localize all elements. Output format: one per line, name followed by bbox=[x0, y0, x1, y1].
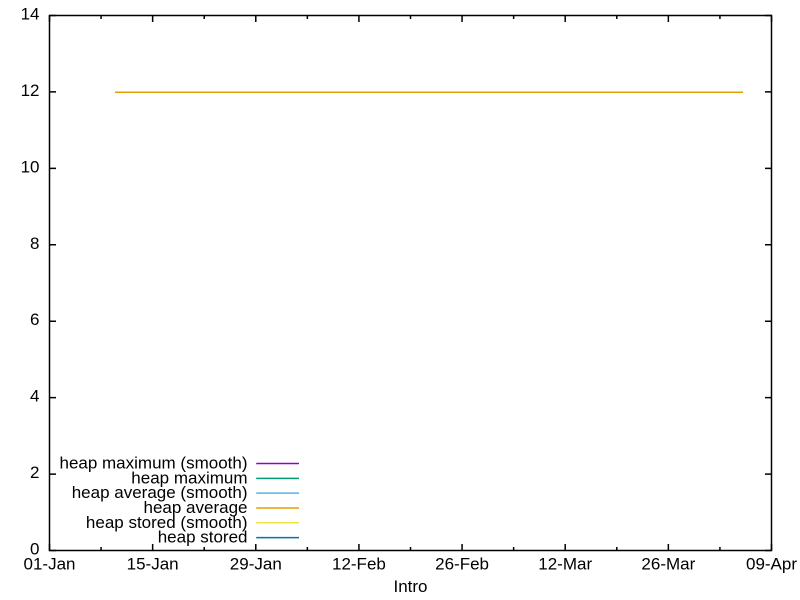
svg-text:26-Mar: 26-Mar bbox=[641, 555, 695, 574]
svg-text:8: 8 bbox=[30, 234, 39, 253]
svg-text:6: 6 bbox=[30, 310, 39, 329]
svg-text:4: 4 bbox=[30, 387, 39, 406]
svg-text:12: 12 bbox=[21, 81, 40, 100]
svg-text:Intro: Intro bbox=[393, 577, 427, 596]
svg-text:10: 10 bbox=[21, 157, 40, 176]
svg-text:26-Feb: 26-Feb bbox=[435, 555, 489, 574]
svg-text:14: 14 bbox=[21, 5, 40, 24]
svg-text:09-Apr: 09-Apr bbox=[746, 555, 797, 574]
svg-text:29-Jan: 29-Jan bbox=[230, 555, 282, 574]
svg-text:heap stored: heap stored bbox=[158, 528, 248, 547]
svg-text:12-Mar: 12-Mar bbox=[538, 555, 592, 574]
svg-text:2: 2 bbox=[30, 463, 39, 482]
svg-text:15-Jan: 15-Jan bbox=[127, 555, 179, 574]
svg-text:12-Feb: 12-Feb bbox=[332, 555, 386, 574]
svg-text:01-Jan: 01-Jan bbox=[24, 555, 76, 574]
